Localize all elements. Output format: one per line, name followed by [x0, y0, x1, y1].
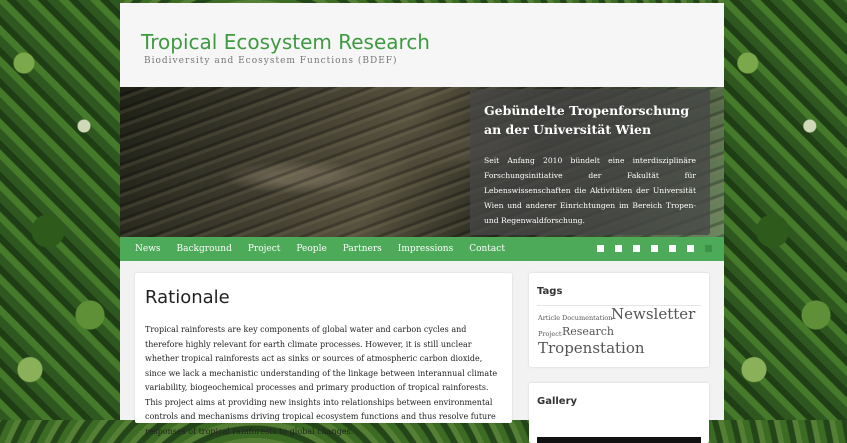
site-header: Tropical Ecosystem Research Biodiversity…: [120, 3, 724, 87]
tag-documentation[interactable]: Documentation: [562, 314, 612, 322]
nav-item-partners[interactable]: Partners: [343, 244, 382, 254]
hero-title: Gebündelte Tropenforschung an der Univer…: [484, 103, 690, 137]
tag-project[interactable]: Project: [538, 330, 562, 338]
forest-background-right: [723, 0, 847, 420]
slider-dot[interactable]: [615, 245, 622, 252]
tag-tropenstation[interactable]: Tropenstation: [538, 339, 645, 357]
page-container: Tropical Ecosystem Research Biodiversity…: [120, 3, 724, 443]
nav-item-project[interactable]: Project: [248, 244, 281, 254]
gallery-title: Gallery: [537, 396, 578, 407]
slider-dot[interactable]: [687, 245, 694, 252]
main-content: Rationale Tropical rainforests are key c…: [135, 273, 512, 436]
tag-newsletter[interactable]: Newsletter: [611, 305, 695, 323]
main-nav: News Background Project People Partners …: [120, 237, 724, 261]
slider-dot[interactable]: [633, 245, 640, 252]
tags-title: Tags: [537, 286, 563, 297]
content-body: Tropical rainforests are key components …: [145, 325, 498, 436]
tag-research[interactable]: Research: [562, 325, 614, 338]
site-title-link[interactable]: Tropical Ecosystem Research: [141, 30, 430, 54]
hero-slider: Gebündelte Tropenforschung an der Univer…: [120, 87, 724, 237]
nav-item-impressions[interactable]: Impressions: [398, 244, 453, 254]
site-subtitle: Biodiversity and Ecosystem Functions (BD…: [144, 56, 398, 66]
slider-dot[interactable]: [597, 245, 604, 252]
hero-caption-panel: Gebündelte Tropenforschung an der Univer…: [470, 89, 710, 235]
slider-dot[interactable]: [705, 245, 712, 252]
page-title: Rationale: [145, 287, 230, 308]
forest-background-left: [0, 0, 120, 420]
nav-item-contact[interactable]: Contact: [469, 244, 505, 254]
gallery-widget: Gallery: [529, 383, 709, 443]
nav-item-background[interactable]: Background: [177, 244, 232, 254]
tag-article[interactable]: Article: [538, 314, 560, 322]
gallery-thumbnail[interactable]: [537, 437, 701, 443]
nav-item-news[interactable]: News: [135, 244, 161, 254]
nav-item-people[interactable]: People: [296, 244, 326, 254]
sidebar: Tags Article Documentation Newsletter Pr…: [529, 273, 709, 443]
tags-widget: Tags Article Documentation Newsletter Pr…: [529, 273, 709, 367]
slider-dot[interactable]: [669, 245, 676, 252]
slider-dot[interactable]: [651, 245, 658, 252]
slider-dots: [586, 245, 712, 252]
hero-text: Seit Anfang 2010 bündelt eine interdiszi…: [484, 156, 696, 225]
